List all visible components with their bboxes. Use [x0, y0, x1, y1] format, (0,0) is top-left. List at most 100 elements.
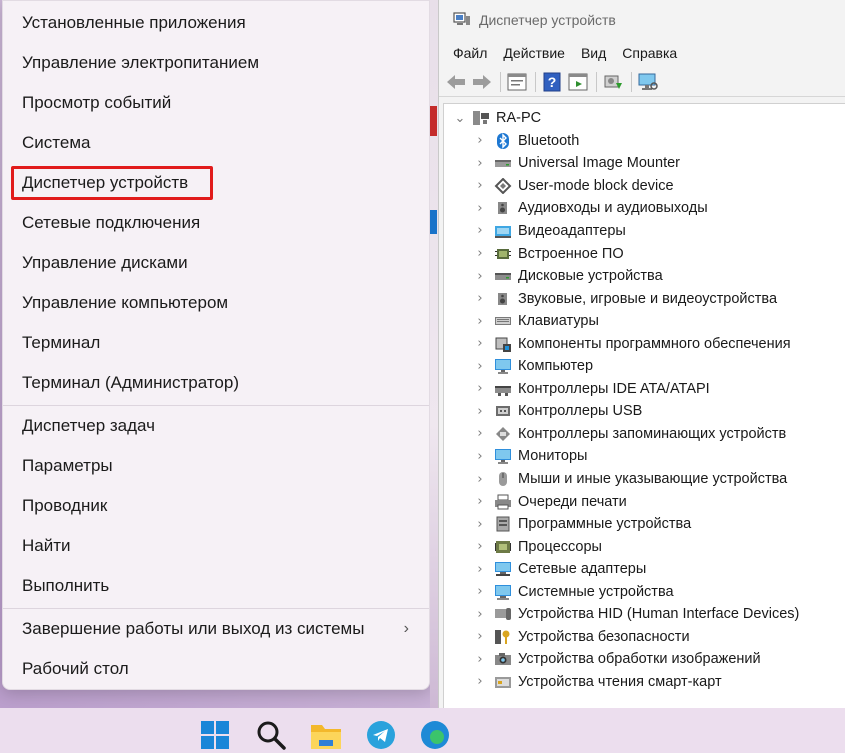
- menu-item-terminal[interactable]: Терминал: [3, 323, 429, 363]
- device-category-node[interactable]: › Устройства безопасности: [474, 626, 689, 649]
- chevron-right-icon[interactable]: ›: [474, 562, 486, 577]
- device-category-node[interactable]: › Процессоры: [474, 535, 602, 558]
- device-manager-icon: [453, 11, 471, 28]
- menu-item-search[interactable]: Найти: [3, 526, 429, 566]
- device-category-label: Мониторы: [518, 448, 588, 465]
- device-category-node[interactable]: › Встроенное ПО: [474, 242, 623, 265]
- device-category-node[interactable]: › Мониторы: [474, 445, 587, 468]
- chevron-right-icon[interactable]: ›: [474, 674, 486, 689]
- device-category-node[interactable]: › Клавиатуры: [474, 310, 599, 333]
- chevron-right-icon[interactable]: ›: [474, 201, 486, 216]
- back-arrow-icon[interactable]: [445, 71, 467, 93]
- menu-item-settings[interactable]: Параметры: [3, 446, 429, 486]
- device-category-node[interactable]: › Программные устройства: [474, 513, 691, 536]
- tree-root[interactable]: ⌄ RA-PC: [454, 107, 542, 129]
- device-category-node[interactable]: › Сетевые адаптеры: [474, 558, 646, 581]
- chevron-right-icon[interactable]: ›: [474, 472, 486, 487]
- chevron-right-icon[interactable]: ›: [474, 291, 486, 306]
- monitor-icon: [494, 448, 512, 465]
- device-category-label: Процессоры: [518, 538, 602, 555]
- chevron-right-icon[interactable]: ›: [474, 449, 486, 464]
- device-category-label: Universal Image Mounter: [518, 155, 680, 172]
- device-category-node[interactable]: › Компьютер: [474, 355, 593, 378]
- device-category-node[interactable]: › Контроллеры USB: [474, 400, 642, 423]
- device-category-node[interactable]: › Звуковые, игровые и видеоустройства: [474, 287, 777, 310]
- device-category-node[interactable]: › Контроллеры запоминающих устройств: [474, 423, 786, 446]
- forward-arrow-icon[interactable]: [471, 71, 493, 93]
- chevron-right-icon[interactable]: ›: [474, 517, 486, 532]
- view-icon[interactable]: [567, 71, 589, 93]
- device-category-node[interactable]: › Устройства чтения смарт-карт: [474, 671, 721, 694]
- chevron-right-icon[interactable]: ›: [474, 584, 486, 599]
- menu-item-terminal-admin[interactable]: Терминал (Администратор): [3, 363, 429, 403]
- device-category-node[interactable]: › Аудиовходы и аудиовыходы: [474, 197, 707, 220]
- menu-item-desktop[interactable]: Рабочий стол: [3, 649, 429, 689]
- device-category-label: User-mode block device: [518, 177, 674, 194]
- device-category-node[interactable]: › Universal Image Mounter: [474, 152, 680, 175]
- menu-item-shutdown-signout[interactable]: Завершение работы или выход из системы ›: [3, 609, 429, 649]
- device-category-label: Устройства обработки изображений: [518, 651, 761, 668]
- chevron-right-icon[interactable]: ›: [474, 629, 486, 644]
- device-category-node[interactable]: › Дисковые устройства: [474, 265, 662, 288]
- device-category-label: Bluetooth: [518, 132, 580, 149]
- monitor-icon: [494, 358, 512, 375]
- chevron-right-icon[interactable]: ›: [474, 607, 486, 622]
- device-category-node[interactable]: › Компоненты программного обеспечения: [474, 332, 791, 355]
- chevron-right-icon[interactable]: ›: [474, 223, 486, 238]
- chevron-right-icon[interactable]: ›: [474, 539, 486, 554]
- device-category-node[interactable]: › Мыши и иные указывающие устройства: [474, 468, 787, 491]
- hid-icon: [494, 606, 512, 622]
- menu-help[interactable]: Справка: [614, 39, 685, 67]
- telegram-icon[interactable]: [366, 720, 396, 750]
- chevron-right-icon[interactable]: ›: [474, 178, 486, 193]
- chevron-right-icon[interactable]: ›: [474, 133, 486, 148]
- ide-icon: [494, 381, 512, 397]
- chevron-right-icon[interactable]: ›: [474, 246, 486, 261]
- file-explorer-icon[interactable]: [310, 720, 341, 750]
- edge-icon[interactable]: [420, 720, 450, 750]
- search-icon[interactable]: [256, 720, 286, 750]
- device-category-node[interactable]: › Системные устройства: [474, 581, 674, 604]
- menu-item-file-explorer[interactable]: Проводник: [3, 486, 429, 526]
- smartcard-icon: [494, 674, 512, 690]
- device-category-label: Сетевые адаптеры: [518, 561, 647, 578]
- chevron-right-icon[interactable]: ›: [474, 314, 486, 329]
- menu-item-task-manager[interactable]: Диспетчер задач: [3, 406, 429, 446]
- chevron-right-icon[interactable]: ›: [474, 494, 486, 509]
- device-category-node[interactable]: › Устройства обработки изображений: [474, 648, 761, 671]
- device-category-node[interactable]: › Видеоадаптеры: [474, 220, 625, 243]
- menu-item-power-options[interactable]: Управление электропитанием: [3, 43, 429, 83]
- chevron-right-icon[interactable]: ›: [474, 652, 486, 667]
- chevron-right-icon[interactable]: ›: [474, 269, 486, 284]
- menu-item-event-viewer[interactable]: Просмотр событий: [3, 83, 429, 123]
- taskbar: [0, 708, 845, 753]
- menu-item-network-connections[interactable]: Сетевые подключения: [3, 203, 429, 243]
- chevron-right-icon[interactable]: ›: [474, 359, 486, 374]
- chevron-right-icon[interactable]: ›: [474, 156, 486, 171]
- menu-file[interactable]: Файл: [445, 39, 495, 67]
- menu-view[interactable]: Вид: [573, 39, 614, 67]
- menu-item-computer-management[interactable]: Управление компьютером: [3, 283, 429, 323]
- scan-hardware-icon[interactable]: [637, 71, 659, 93]
- help-icon[interactable]: ?: [541, 71, 563, 93]
- device-category-node[interactable]: › User-mode block device: [474, 175, 674, 198]
- device-category-node[interactable]: › Устройства HID (Human Interface Devices…: [474, 603, 799, 626]
- chevron-down-icon[interactable]: ⌄: [454, 111, 466, 126]
- device-category-node[interactable]: › Контроллеры IDE ATA/ATAPI: [474, 378, 709, 401]
- menu-item-device-manager[interactable]: Диспетчер устройств: [3, 163, 429, 203]
- menu-action[interactable]: Действие: [495, 39, 573, 67]
- properties-icon[interactable]: [506, 71, 528, 93]
- menu-item-installed-apps[interactable]: Установленные приложения: [3, 3, 429, 43]
- chevron-right-icon[interactable]: ›: [474, 381, 486, 396]
- menu-item-system[interactable]: Система: [3, 123, 429, 163]
- update-driver-icon[interactable]: [602, 71, 624, 93]
- device-category-node[interactable]: › Bluetooth: [474, 130, 579, 153]
- title-bar[interactable]: Диспетчер устройств: [439, 0, 845, 39]
- menu-item-disk-management[interactable]: Управление дисками: [3, 243, 429, 283]
- windows-start-icon[interactable]: [200, 720, 230, 750]
- device-category-node[interactable]: › Очереди печати: [474, 490, 626, 513]
- chevron-right-icon[interactable]: ›: [474, 404, 486, 419]
- chevron-right-icon[interactable]: ›: [474, 426, 486, 441]
- chevron-right-icon[interactable]: ›: [474, 336, 486, 351]
- menu-item-run[interactable]: Выполнить: [3, 566, 429, 606]
